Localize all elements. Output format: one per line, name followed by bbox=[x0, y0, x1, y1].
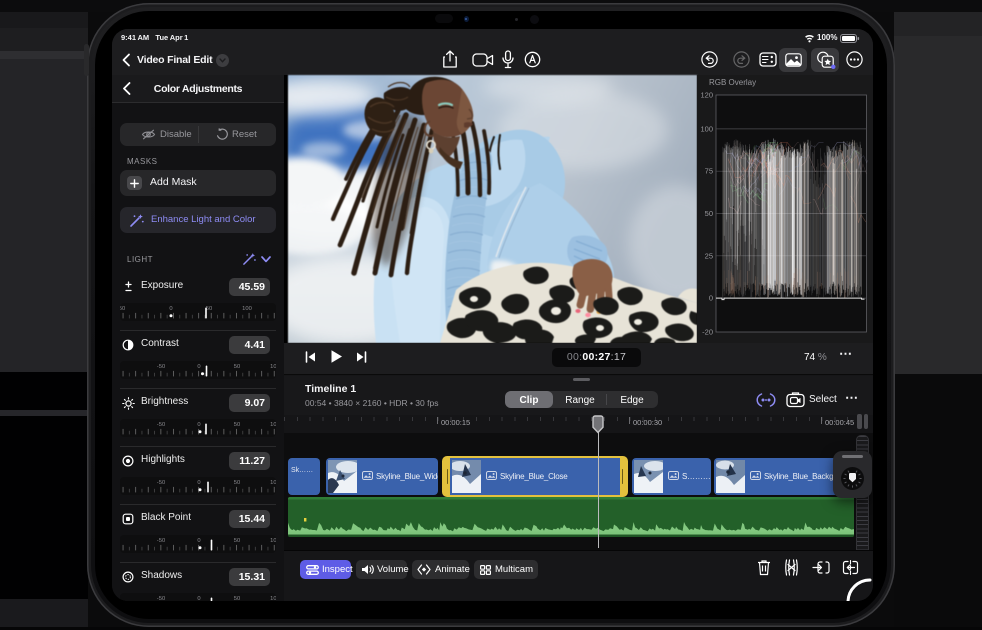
svg-text:50: 50 bbox=[705, 209, 713, 218]
svg-text:-50: -50 bbox=[157, 480, 165, 486]
svg-text:100: 100 bbox=[242, 306, 252, 312]
svg-text:120: 120 bbox=[700, 91, 713, 100]
svg-text:0: 0 bbox=[197, 538, 200, 544]
svg-text:-50: -50 bbox=[157, 422, 165, 428]
svg-text:75: 75 bbox=[705, 167, 713, 176]
svg-text:0: 0 bbox=[197, 422, 200, 428]
svg-text:-20: -20 bbox=[702, 328, 713, 337]
svg-text:0: 0 bbox=[197, 596, 200, 601]
svg-text:50: 50 bbox=[234, 364, 240, 370]
svg-text:50: 50 bbox=[234, 480, 240, 486]
svg-text:0: 0 bbox=[709, 294, 713, 303]
svg-text:0: 0 bbox=[197, 480, 200, 486]
svg-text:100: 100 bbox=[270, 364, 276, 370]
svg-text:50: 50 bbox=[120, 306, 125, 312]
svg-text:50: 50 bbox=[234, 596, 240, 601]
svg-text:-50: -50 bbox=[157, 364, 165, 370]
svg-text:100: 100 bbox=[700, 124, 713, 133]
svg-text:-50: -50 bbox=[157, 538, 165, 544]
svg-text:50: 50 bbox=[234, 538, 240, 544]
svg-text:100: 100 bbox=[270, 422, 276, 428]
svg-text:100: 100 bbox=[270, 480, 276, 486]
svg-text:100: 100 bbox=[270, 538, 276, 544]
svg-text:25: 25 bbox=[705, 251, 713, 260]
svg-text:0: 0 bbox=[169, 306, 172, 312]
svg-text:-50: -50 bbox=[157, 596, 165, 601]
svg-text:50: 50 bbox=[234, 422, 240, 428]
svg-text:0: 0 bbox=[197, 364, 200, 370]
svg-text:100: 100 bbox=[270, 596, 276, 601]
